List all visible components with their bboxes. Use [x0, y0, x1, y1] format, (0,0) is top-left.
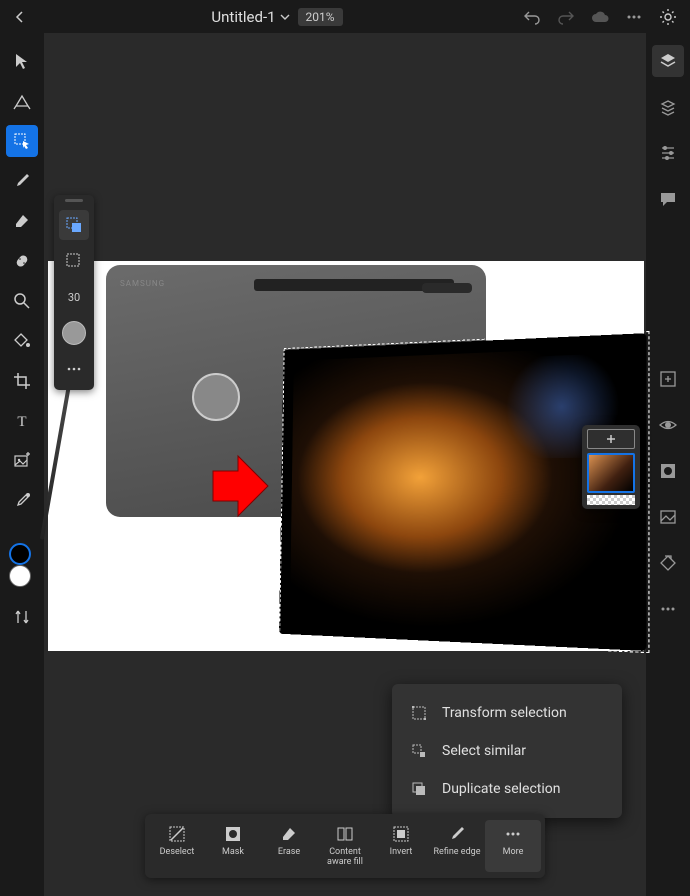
label: Refine edge: [434, 848, 481, 858]
layers-panel[interactable]: [652, 45, 684, 77]
fill-tool[interactable]: [6, 325, 38, 357]
label: Mask: [222, 848, 244, 858]
selection-action-bar: Deselect Mask Erase Content aware fill I…: [145, 814, 545, 878]
crop-tool[interactable]: [6, 365, 38, 397]
color-swatches[interactable]: [6, 543, 38, 587]
brush-tool[interactable]: [6, 165, 38, 197]
canvas[interactable]: SAMSUNG: [48, 261, 644, 651]
eraser-tool[interactable]: [6, 205, 38, 237]
label: Invert: [390, 848, 413, 858]
mask-icon: [223, 824, 243, 844]
more-icon: [503, 824, 523, 844]
magnify-tool[interactable]: [6, 285, 38, 317]
zoom-level[interactable]: 201%: [298, 8, 343, 26]
invert-button[interactable]: Invert: [373, 820, 429, 872]
more-button[interactable]: More: [485, 820, 541, 872]
floating-layer-thumb[interactable]: [587, 453, 635, 493]
undo-button[interactable]: [522, 7, 542, 27]
chevron-down-icon: [280, 12, 290, 22]
move-tool[interactable]: [6, 45, 38, 77]
cloud-sync-button[interactable]: [590, 7, 610, 27]
back-button[interactable]: [8, 5, 32, 29]
tablet-camera: [422, 283, 472, 293]
popup-label: Duplicate selection: [442, 781, 561, 797]
comments-panel[interactable]: [652, 183, 684, 215]
document-title[interactable]: Untitled-1: [211, 8, 289, 26]
background-color[interactable]: [9, 565, 31, 587]
image-button[interactable]: [652, 501, 684, 533]
type-tool[interactable]: T: [6, 405, 38, 437]
mask-action-button[interactable]: Mask: [205, 820, 261, 872]
brush-size[interactable]: 30: [59, 282, 89, 312]
more-actions-popup: Transform selection Select similar Dupli…: [392, 684, 622, 818]
duplicate-selection-icon: [410, 780, 428, 798]
label: Deselect: [160, 848, 195, 858]
brush-hardness[interactable]: [59, 318, 89, 348]
layer-props-panel[interactable]: [652, 91, 684, 123]
erase-icon: [279, 824, 299, 844]
invert-icon: [391, 824, 411, 844]
left-toolbar: T: [0, 33, 44, 896]
flyout-drag-handle[interactable]: [65, 199, 83, 202]
tool-options-flyout[interactable]: 30: [54, 195, 94, 390]
transform-tool[interactable]: [6, 85, 38, 117]
title-text: Untitled-1: [211, 8, 275, 26]
floating-layer-panel[interactable]: [582, 425, 640, 509]
flyout-more[interactable]: [59, 354, 89, 384]
popup-label: Select similar: [442, 743, 526, 759]
popup-label: Transform selection: [442, 705, 567, 721]
refine-edge-icon: [447, 824, 467, 844]
transform-selection-item[interactable]: Transform selection: [392, 694, 622, 732]
floating-layer-checker: [587, 495, 635, 505]
adjustments-panel[interactable]: [652, 137, 684, 169]
brand-text: SAMSUNG: [120, 279, 165, 288]
add-layer-button[interactable]: [652, 363, 684, 395]
deselect-icon: [167, 824, 187, 844]
annotation-arrow-icon: [208, 451, 278, 521]
floating-add-layer[interactable]: [587, 429, 635, 449]
select-similar-item[interactable]: Select similar: [392, 732, 622, 770]
eyedropper-tool[interactable]: [6, 485, 38, 517]
mask-button[interactable]: [652, 455, 684, 487]
right-toolbar: [646, 33, 690, 896]
transform-selection-icon: [410, 704, 428, 722]
more-panel-button[interactable]: [652, 593, 684, 625]
selection-add-mode[interactable]: [59, 210, 89, 240]
duplicate-selection-item[interactable]: Duplicate selection: [392, 770, 622, 808]
swap-colors-button[interactable]: [6, 601, 38, 633]
clear-button[interactable]: [652, 547, 684, 579]
selection-subtract-mode[interactable]: [59, 246, 89, 276]
foreground-color[interactable]: [9, 543, 31, 565]
label: Erase: [278, 848, 300, 858]
heal-tool[interactable]: [6, 245, 38, 277]
visibility-button[interactable]: [652, 409, 684, 441]
svg-text:T: T: [17, 414, 26, 430]
refine-edge-button[interactable]: Refine edge: [429, 820, 485, 872]
label: Content aware fill: [319, 848, 371, 868]
settings-button[interactable]: [658, 7, 678, 27]
brush-cursor: [192, 373, 240, 421]
deselect-button[interactable]: Deselect: [149, 820, 205, 872]
redo-button[interactable]: [556, 7, 576, 27]
place-tool[interactable]: [6, 445, 38, 477]
label: More: [503, 848, 524, 858]
erase-button[interactable]: Erase: [261, 820, 317, 872]
selection-tool[interactable]: [6, 125, 38, 157]
content-aware-fill-icon: [335, 824, 355, 844]
select-similar-icon: [410, 742, 428, 760]
content-aware-fill-button[interactable]: Content aware fill: [317, 820, 373, 872]
overflow-menu-button[interactable]: [624, 7, 644, 27]
